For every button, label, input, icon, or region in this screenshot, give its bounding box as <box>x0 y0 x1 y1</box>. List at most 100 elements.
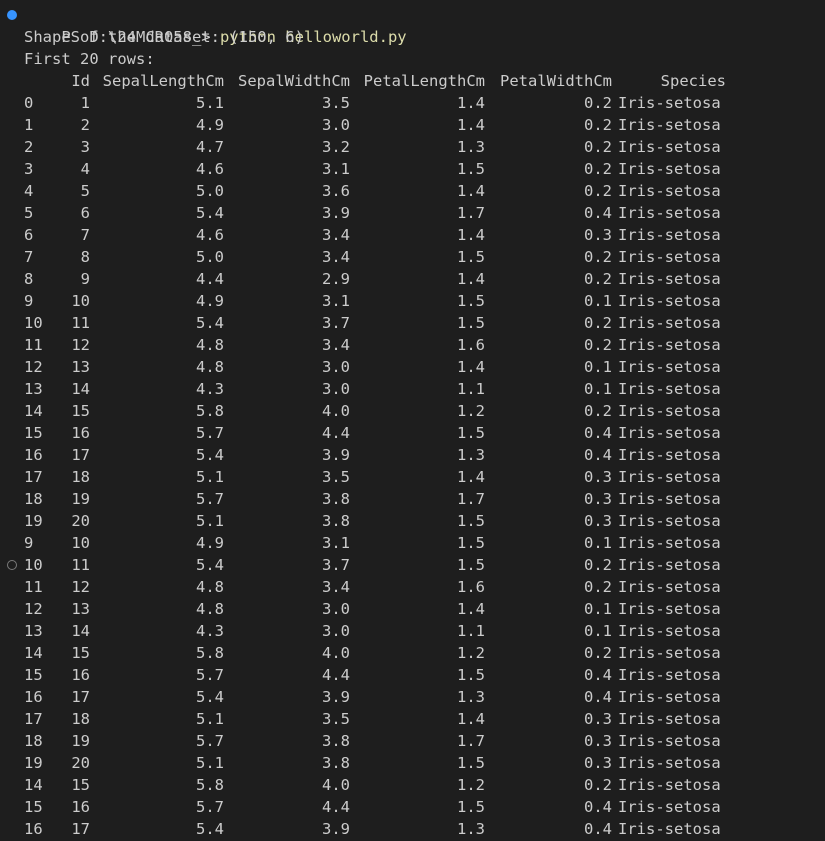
table-row: 3 4 4.6 3.1 1.5 0.2 Iris-setosa <box>0 158 825 180</box>
cell-species: Iris-setosa <box>618 798 721 816</box>
table-row: 0 1 5.1 3.5 1.4 0.2 Iris-setosa <box>0 92 825 114</box>
table-row: 8 9 4.4 2.9 1.4 0.2 Iris-setosa <box>0 268 825 290</box>
table-row: 12 13 4.8 3.0 1.4 0.1 Iris-setosa <box>0 356 825 378</box>
table-row: 14 15 5.8 4.0 1.2 0.2 Iris-setosa <box>0 774 825 796</box>
terminal-panel[interactable]: PS D:\24MCR058_> python helloworld.py Sh… <box>0 4 825 841</box>
header-species: Species <box>660 72 726 90</box>
command-line: PS D:\24MCR058_> python helloworld.py <box>0 4 825 46</box>
cell-petal-width: 0.2 <box>584 138 612 156</box>
table-row: 12 13 4.8 3.0 1.4 0.1 Iris-setosa <box>0 598 825 620</box>
table-row: 19 20 5.1 3.8 1.5 0.3 Iris-setosa <box>0 752 825 774</box>
cell-petal-width: 0.4 <box>584 820 612 838</box>
cell-species: Iris-setosa <box>618 754 721 772</box>
cell-species: Iris-setosa <box>618 380 721 398</box>
table-row: 2 3 4.7 3.2 1.3 0.2 Iris-setosa <box>0 136 825 158</box>
cell-species: Iris-setosa <box>618 336 721 354</box>
cell-petal-width: 0.4 <box>584 798 612 816</box>
table-row: 10 11 5.4 3.7 1.5 0.2 Iris-setosa <box>0 312 825 334</box>
cell-species: Iris-setosa <box>618 226 721 244</box>
cell-species: Iris-setosa <box>618 292 721 310</box>
cell-species: Iris-setosa <box>618 248 721 266</box>
table-row: 5 6 5.4 3.9 1.7 0.4 Iris-setosa <box>0 202 825 224</box>
cell-species: Iris-setosa <box>618 160 721 178</box>
table-row: 4 5 5.0 3.6 1.4 0.2 Iris-setosa <box>0 180 825 202</box>
cell-species: Iris-setosa <box>618 512 721 530</box>
cell-petal-width: 0.1 <box>584 358 612 376</box>
table-row: 16 17 5.4 3.9 1.3 0.4 Iris-setosa <box>0 686 825 708</box>
cell-species: Iris-setosa <box>618 358 721 376</box>
cell-petal-width: 0.3 <box>584 732 612 750</box>
cell-species: Iris-setosa <box>618 468 721 486</box>
cell-petal-width: 0.2 <box>584 182 612 200</box>
cell-petal-width: 0.3 <box>584 468 612 486</box>
cell-species: Iris-setosa <box>618 666 721 684</box>
table-row: 16 17 5.4 3.9 1.3 0.4 Iris-setosa <box>0 444 825 466</box>
cell-petal-width: 0.4 <box>584 688 612 706</box>
table-row: 11 12 4.8 3.4 1.6 0.2 Iris-setosa <box>0 576 825 598</box>
table-row: 13 14 4.3 3.0 1.1 0.1 Iris-setosa <box>0 378 825 400</box>
cell-petal-width: 0.1 <box>584 600 612 618</box>
cell-petal-width: 0.2 <box>584 314 612 332</box>
command-success-dot-icon[interactable] <box>7 10 17 20</box>
table-row: 13 14 4.3 3.0 1.1 0.1 Iris-setosa <box>0 620 825 642</box>
cell-petal-width: 0.1 <box>584 380 612 398</box>
cell-petal-width: 0.2 <box>584 336 612 354</box>
cell-petal-width: 0.2 <box>584 160 612 178</box>
cell-species: Iris-setosa <box>618 182 721 200</box>
cell-species: Iris-setosa <box>618 710 721 728</box>
table-rows-second-output: 10 11 5.4 3.7 1.5 0.2 Iris-setosa 11 12 4.8 3.4 1.6… <box>0 554 825 840</box>
table-row: 15 16 5.7 4.4 1.5 0.4 Iris-setosa <box>0 796 825 818</box>
cell-species: Iris-setosa <box>618 204 721 222</box>
cell-species: Iris-setosa <box>618 138 721 156</box>
cell-petal-width: 0.4 <box>584 666 612 684</box>
cell-petal-width: 0.4 <box>584 424 612 442</box>
table-row: 17 18 5.1 3.5 1.4 0.3 Iris-setosa <box>0 466 825 488</box>
cell-species: Iris-setosa <box>618 776 721 794</box>
cell-petal-width: 0.4 <box>584 446 612 464</box>
table-row: 14 15 5.8 4.0 1.2 0.2 Iris-setosa <box>0 642 825 664</box>
cell-species: Iris-setosa <box>618 578 721 596</box>
cell-species: Iris-setosa <box>618 534 721 552</box>
table-row: 10 11 5.4 3.7 1.5 0.2 Iris-setosa <box>0 554 825 576</box>
cell-petal-width: 0.3 <box>584 710 612 728</box>
table-rows-first-output: 0 1 5.1 3.5 1.4 0.2 Iris-setosa 1 2 4.9 3.0 1.4 0.2 I… <box>0 92 825 554</box>
cell-species: Iris-setosa <box>618 820 721 838</box>
table-header: Id SepalLengthCm SepalWidthCm PetalLengt… <box>0 70 825 92</box>
cell-petal-width: 0.3 <box>584 754 612 772</box>
table-row: 16 17 5.4 3.9 1.3 0.4 Iris-setosa <box>0 818 825 840</box>
table-row: 14 15 5.8 4.0 1.2 0.2 Iris-setosa <box>0 400 825 422</box>
header-petal-width: PetalWidthCm <box>500 72 612 90</box>
cell-species: Iris-setosa <box>618 446 721 464</box>
table-row: 18 19 5.7 3.8 1.7 0.3 Iris-setosa <box>0 730 825 752</box>
cell-petal-width: 0.2 <box>584 776 612 794</box>
first-rows-line: First 20 rows: <box>24 50 155 68</box>
cell-petal-width: 0.1 <box>584 292 612 310</box>
table-row: 9 10 4.9 3.1 1.5 0.1 Iris-setosa <box>0 532 825 554</box>
cell-petal-width: 0.3 <box>584 490 612 508</box>
table-row: 15 16 5.7 4.4 1.5 0.4 Iris-setosa <box>0 664 825 686</box>
cell-petal-width: 0.3 <box>584 226 612 244</box>
cell-petal-width: 0.1 <box>584 534 612 552</box>
command-default-circle-icon[interactable] <box>7 560 17 570</box>
cell-species: Iris-setosa <box>618 732 721 750</box>
table-row: 15 16 5.7 4.4 1.5 0.4 Iris-setosa <box>0 422 825 444</box>
table-row: 7 8 5.0 3.4 1.5 0.2 Iris-setosa <box>0 246 825 268</box>
cell-species: Iris-setosa <box>618 424 721 442</box>
cell-petal-width: 0.2 <box>584 644 612 662</box>
cell-species: Iris-setosa <box>618 116 721 134</box>
cell-species: Iris-setosa <box>618 270 721 288</box>
cell-petal-width: 0.3 <box>584 512 612 530</box>
cell-petal-width: 0.2 <box>584 94 612 112</box>
cell-species: Iris-setosa <box>618 622 721 640</box>
table-row: 19 20 5.1 3.8 1.5 0.3 Iris-setosa <box>0 510 825 532</box>
cell-species: Iris-setosa <box>618 556 721 574</box>
cell-petal-width: 0.2 <box>584 116 612 134</box>
cell-petal-width: 0.2 <box>584 402 612 420</box>
cell-species: Iris-setosa <box>618 94 721 112</box>
table-row: 17 18 5.1 3.5 1.4 0.3 Iris-setosa <box>0 708 825 730</box>
cell-petal-width: 0.1 <box>584 622 612 640</box>
cell-species: Iris-setosa <box>618 490 721 508</box>
cell-petal-width: 0.2 <box>584 270 612 288</box>
cell-species: Iris-setosa <box>618 644 721 662</box>
cell-petal-width: 0.2 <box>584 578 612 596</box>
